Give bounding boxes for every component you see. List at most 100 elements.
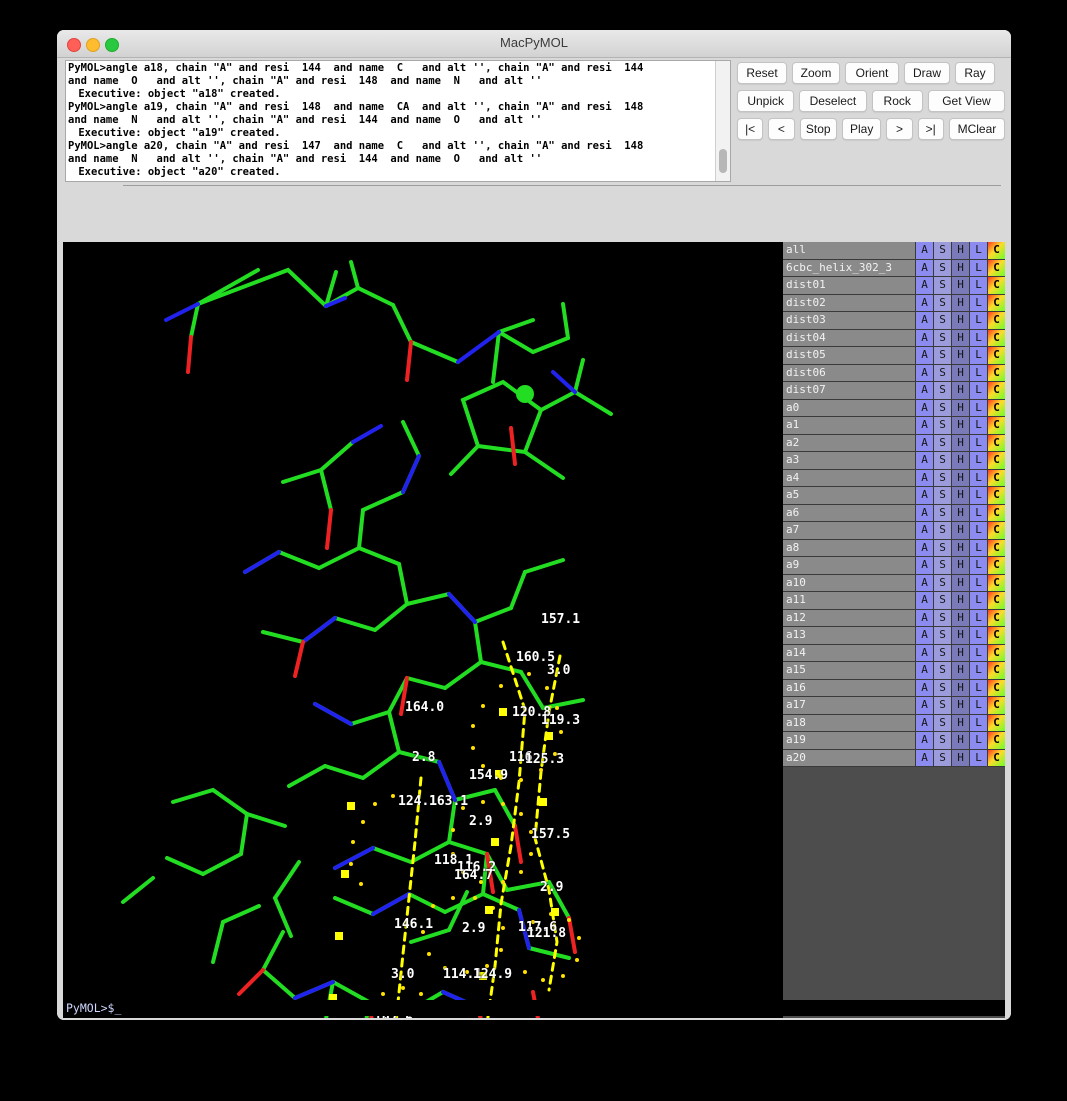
object-name[interactable]: dist01 bbox=[783, 277, 915, 295]
object-row[interactable]: a15ASHLC bbox=[783, 662, 1005, 680]
object-toggle-a[interactable]: A bbox=[915, 242, 933, 260]
movie-clear-button[interactable]: MClear bbox=[949, 118, 1005, 140]
object-toggle-l[interactable]: L bbox=[969, 260, 987, 278]
unpick-button[interactable]: Unpick bbox=[737, 90, 794, 112]
object-toggle-h[interactable]: H bbox=[951, 505, 969, 523]
object-toggle-s[interactable]: S bbox=[933, 505, 951, 523]
object-toggle-s[interactable]: S bbox=[933, 330, 951, 348]
object-row[interactable]: a11ASHLC bbox=[783, 592, 1005, 610]
object-row[interactable]: a10ASHLC bbox=[783, 575, 1005, 593]
object-toggle-a[interactable]: A bbox=[915, 732, 933, 750]
object-toggle-s[interactable]: S bbox=[933, 697, 951, 715]
object-name[interactable]: a0 bbox=[783, 400, 915, 418]
object-toggle-s[interactable]: S bbox=[933, 522, 951, 540]
object-toggle-c[interactable]: C bbox=[987, 470, 1005, 488]
object-toggle-l[interactable]: L bbox=[969, 365, 987, 383]
object-toggle-c[interactable]: C bbox=[987, 382, 1005, 400]
object-toggle-h[interactable]: H bbox=[951, 435, 969, 453]
object-toggle-a[interactable]: A bbox=[915, 540, 933, 558]
object-toggle-c[interactable]: C bbox=[987, 242, 1005, 260]
object-toggle-l[interactable]: L bbox=[969, 575, 987, 593]
object-toggle-s[interactable]: S bbox=[933, 435, 951, 453]
object-toggle-c[interactable]: C bbox=[987, 400, 1005, 418]
object-row[interactable]: a4ASHLC bbox=[783, 470, 1005, 488]
object-toggle-a[interactable]: A bbox=[915, 697, 933, 715]
object-row[interactable]: a20ASHLC bbox=[783, 750, 1005, 768]
object-toggle-c[interactable]: C bbox=[987, 260, 1005, 278]
object-row[interactable]: a1ASHLC bbox=[783, 417, 1005, 435]
object-toggle-l[interactable]: L bbox=[969, 522, 987, 540]
object-row[interactable]: a7ASHLC bbox=[783, 522, 1005, 540]
object-toggle-a[interactable]: A bbox=[915, 592, 933, 610]
reset-button[interactable]: Reset bbox=[737, 62, 787, 84]
movie-last-button[interactable]: >| bbox=[918, 118, 944, 140]
object-toggle-h[interactable]: H bbox=[951, 680, 969, 698]
object-toggle-h[interactable]: H bbox=[951, 365, 969, 383]
object-toggle-c[interactable]: C bbox=[987, 330, 1005, 348]
object-toggle-s[interactable]: S bbox=[933, 575, 951, 593]
object-toggle-c[interactable]: C bbox=[987, 347, 1005, 365]
object-toggle-h[interactable]: H bbox=[951, 697, 969, 715]
object-toggle-l[interactable]: L bbox=[969, 312, 987, 330]
object-toggle-l[interactable]: L bbox=[969, 400, 987, 418]
object-toggle-l[interactable]: L bbox=[969, 487, 987, 505]
object-toggle-l[interactable]: L bbox=[969, 417, 987, 435]
object-toggle-s[interactable]: S bbox=[933, 295, 951, 313]
object-toggle-s[interactable]: S bbox=[933, 417, 951, 435]
object-name[interactable]: a3 bbox=[783, 452, 915, 470]
object-toggle-l[interactable]: L bbox=[969, 750, 987, 768]
object-toggle-l[interactable]: L bbox=[969, 452, 987, 470]
object-toggle-c[interactable]: C bbox=[987, 645, 1005, 663]
object-name[interactable]: a14 bbox=[783, 645, 915, 663]
object-toggle-l[interactable]: L bbox=[969, 627, 987, 645]
object-name[interactable]: dist05 bbox=[783, 347, 915, 365]
object-toggle-l[interactable]: L bbox=[969, 732, 987, 750]
object-row[interactable]: 6cbc_helix_302_3ASHLC bbox=[783, 260, 1005, 278]
object-toggle-h[interactable]: H bbox=[951, 347, 969, 365]
object-row[interactable]: a6ASHLC bbox=[783, 505, 1005, 523]
object-toggle-s[interactable]: S bbox=[933, 732, 951, 750]
object-name[interactable]: dist04 bbox=[783, 330, 915, 348]
object-toggle-a[interactable]: A bbox=[915, 645, 933, 663]
object-toggle-c[interactable]: C bbox=[987, 557, 1005, 575]
movie-next-button[interactable]: > bbox=[886, 118, 912, 140]
object-toggle-c[interactable]: C bbox=[987, 365, 1005, 383]
object-toggle-h[interactable]: H bbox=[951, 540, 969, 558]
object-toggle-a[interactable]: A bbox=[915, 347, 933, 365]
object-toggle-h[interactable]: H bbox=[951, 662, 969, 680]
object-toggle-h[interactable]: H bbox=[951, 277, 969, 295]
object-list-panel[interactable]: allASHLC6cbc_helix_302_3ASHLCdist01ASHLC… bbox=[783, 242, 1005, 1018]
object-toggle-l[interactable]: L bbox=[969, 715, 987, 733]
object-row[interactable]: a0ASHLC bbox=[783, 400, 1005, 418]
object-toggle-l[interactable]: L bbox=[969, 382, 987, 400]
object-toggle-s[interactable]: S bbox=[933, 452, 951, 470]
object-toggle-l[interactable]: L bbox=[969, 610, 987, 628]
object-name[interactable]: a6 bbox=[783, 505, 915, 523]
rock-button[interactable]: Rock bbox=[872, 90, 923, 112]
object-row[interactable]: a8ASHLC bbox=[783, 540, 1005, 558]
object-name[interactable]: a5 bbox=[783, 487, 915, 505]
object-toggle-c[interactable]: C bbox=[987, 732, 1005, 750]
object-toggle-a[interactable]: A bbox=[915, 575, 933, 593]
object-toggle-a[interactable]: A bbox=[915, 522, 933, 540]
object-toggle-c[interactable]: C bbox=[987, 575, 1005, 593]
object-toggle-a[interactable]: A bbox=[915, 435, 933, 453]
object-toggle-h[interactable]: H bbox=[951, 417, 969, 435]
object-row[interactable]: a18ASHLC bbox=[783, 715, 1005, 733]
object-name[interactable]: dist02 bbox=[783, 295, 915, 313]
console-output[interactable]: PyMOL>angle a18, chain "A" and resi 144 … bbox=[65, 60, 731, 182]
object-name[interactable]: a2 bbox=[783, 435, 915, 453]
object-toggle-s[interactable]: S bbox=[933, 715, 951, 733]
object-toggle-s[interactable]: S bbox=[933, 627, 951, 645]
deselect-button[interactable]: Deselect bbox=[799, 90, 866, 112]
object-toggle-s[interactable]: S bbox=[933, 242, 951, 260]
object-toggle-l[interactable]: L bbox=[969, 680, 987, 698]
object-toggle-a[interactable]: A bbox=[915, 417, 933, 435]
object-name[interactable]: a20 bbox=[783, 750, 915, 768]
object-toggle-a[interactable]: A bbox=[915, 557, 933, 575]
object-row[interactable]: dist05ASHLC bbox=[783, 347, 1005, 365]
object-toggle-s[interactable]: S bbox=[933, 592, 951, 610]
object-toggle-s[interactable]: S bbox=[933, 680, 951, 698]
object-name[interactable]: a1 bbox=[783, 417, 915, 435]
object-toggle-c[interactable]: C bbox=[987, 277, 1005, 295]
